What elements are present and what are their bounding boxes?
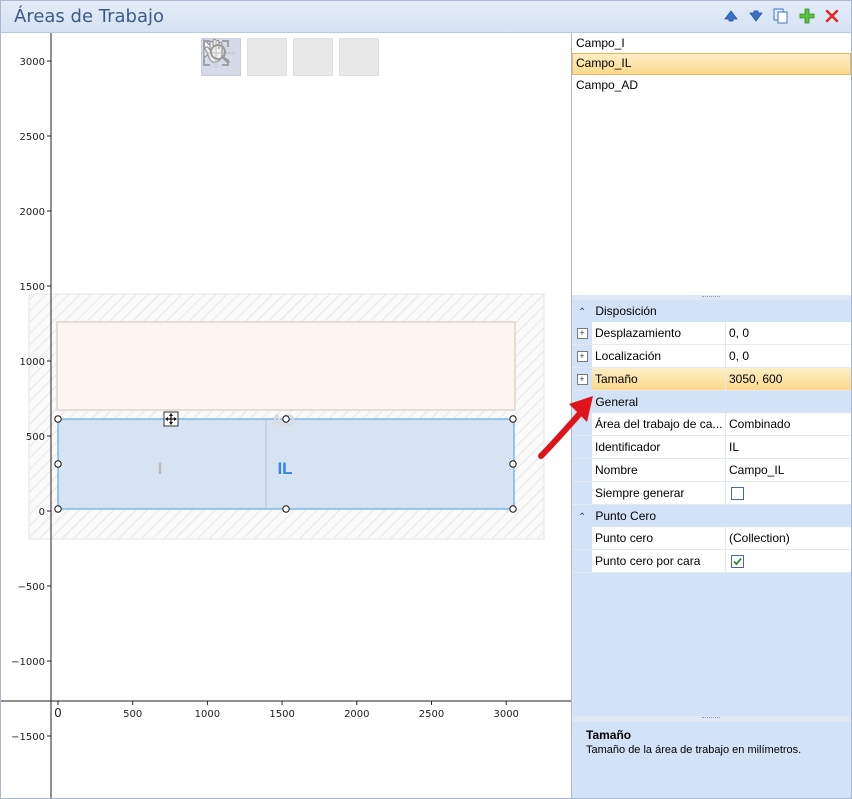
copy-button[interactable] (773, 8, 789, 24)
property-name: Área del trabajo de ca... (592, 413, 726, 435)
title-bar: Áreas de Trabajo (1, 1, 851, 33)
property-row-punto-cero-por-cara[interactable]: Punto cero por cara (572, 550, 851, 573)
property-value[interactable]: 0, 0 (726, 322, 851, 344)
window-title: Áreas de Trabajo (14, 6, 164, 27)
expand-plus-icon[interactable]: + (576, 350, 588, 362)
zoom-tool-button[interactable] (201, 38, 333, 76)
property-row-area[interactable]: Área del trabajo de ca... Combinado (572, 413, 851, 436)
expand-plus-icon[interactable]: + (576, 373, 588, 385)
category-label: Punto Cero (595, 509, 657, 523)
field-list[interactable]: Campo_I Campo_IL Campo_AD (572, 33, 851, 296)
resize-handle[interactable] (282, 415, 290, 423)
add-icon (799, 8, 815, 24)
property-name: Localización (592, 345, 726, 367)
zoom-fit-icon (203, 40, 229, 66)
property-name: Identificador (592, 436, 726, 458)
right-pane: Campo_I Campo_IL Campo_AD ⌃ Disposición … (572, 33, 851, 798)
y-tick-label: 0 (39, 507, 45, 518)
property-row-desplazamiento[interactable]: + Desplazamiento 0, 0 (572, 322, 851, 345)
property-value[interactable]: Campo_IL (726, 459, 851, 481)
areas-de-trabajo-window: Áreas de Trabajo 3000 2500 2000 1500 100… (0, 0, 852, 799)
area-i-label: I (158, 459, 163, 478)
expand-plus-icon[interactable]: + (576, 327, 588, 339)
field-list-item[interactable]: Campo_AD (572, 75, 851, 95)
help-pane: Tamaño Tamaño de la área de trabajo en m… (572, 722, 851, 798)
arrow-up-icon (724, 10, 738, 22)
property-row-localizacion[interactable]: + Localización 0, 0 (572, 345, 851, 368)
resize-handle[interactable] (54, 415, 62, 423)
category-label: Disposición (595, 304, 657, 318)
resize-handle[interactable] (509, 505, 517, 513)
resize-handle[interactable] (282, 505, 290, 513)
collapse-chevron-icon[interactable]: ⌃ (578, 507, 592, 529)
zoom-fit-tool-button[interactable] (203, 38, 379, 76)
x-tick-label: 2000 (344, 709, 369, 720)
property-value[interactable]: (Collection) (726, 527, 851, 549)
category-label: General (595, 395, 639, 409)
copy-icon (773, 8, 788, 24)
move-handle-icon[interactable] (163, 411, 179, 427)
property-name: Siempre generar (592, 482, 726, 504)
x-ticks: 0 500 1000 1500 2000 2500 3000 (54, 701, 519, 720)
x-tick-label: 500 (123, 709, 142, 720)
property-row-nombre[interactable]: Nombre Campo_IL (572, 459, 851, 482)
y-tick-label: −1500 (11, 732, 45, 743)
property-name: Punto cero (592, 527, 726, 549)
resize-handle[interactable] (509, 460, 517, 468)
collapse-chevron-icon[interactable]: ⌃ (578, 302, 592, 324)
property-value[interactable]: Combinado (726, 413, 851, 435)
canvas-drawing: 3000 2500 2000 1500 1000 500 0 −500 −1000 −1500 0… (1, 33, 571, 798)
y-tick-label: 1500 (20, 282, 45, 293)
property-name: Tamaño (592, 368, 726, 390)
x-tick-label: 3000 (493, 709, 518, 720)
move-down-button[interactable] (748, 8, 764, 24)
property-name: Nombre (592, 459, 726, 481)
property-row-siempre-generar[interactable]: Siempre generar (572, 482, 851, 505)
property-value[interactable]: 3050, 600 (726, 368, 851, 390)
field-list-item[interactable]: Campo_I (572, 33, 851, 53)
resize-handle[interactable] (509, 415, 517, 423)
add-button[interactable] (799, 8, 815, 24)
help-description: Tamaño de la área de trabajo en milímetr… (586, 744, 802, 756)
category-disposicion[interactable]: ⌃ Disposición (572, 300, 851, 322)
resize-handle[interactable] (54, 460, 62, 468)
move-up-button[interactable] (723, 8, 739, 24)
x-tick-label: 1000 (195, 709, 220, 720)
annotation-arrow-icon (538, 396, 593, 459)
help-title: Tamaño (586, 728, 632, 742)
property-row-tamano[interactable]: + Tamaño 3050, 600 (572, 368, 851, 391)
resize-handle[interactable] (54, 505, 62, 513)
delete-icon (825, 9, 839, 23)
canvas-toolbar (201, 38, 379, 76)
area-ad[interactable] (56, 321, 516, 411)
property-row-punto-cero[interactable]: Punto cero (Collection) (572, 527, 851, 550)
x-tick-label: 1500 (269, 709, 294, 720)
field-list-item-selected[interactable]: Campo_IL (572, 53, 851, 75)
property-name: Punto cero por cara (592, 550, 726, 572)
pan-tool-button[interactable] (204, 38, 287, 76)
y-tick-label: 1000 (20, 357, 45, 368)
design-canvas[interactable]: 3000 2500 2000 1500 1000 500 0 −500 −1000 −1500 0… (1, 33, 572, 798)
y-tick-label: 2500 (20, 132, 45, 143)
checkmark-icon (733, 557, 742, 566)
x-tick-label: 0 (54, 706, 62, 720)
property-name: Desplazamiento (592, 322, 726, 344)
y-tick-label: 500 (26, 432, 45, 443)
property-grid[interactable]: ⌃ Disposición + Desplazamiento 0, 0 + Lo… (572, 300, 851, 716)
category-punto-cero[interactable]: ⌃ Punto Cero (572, 505, 851, 527)
property-value[interactable]: 0, 0 (726, 345, 851, 367)
x-tick-label: 2500 (419, 709, 444, 720)
y-tick-label: −1000 (11, 657, 45, 668)
y-tick-label: −500 (18, 582, 45, 593)
arrow-down-icon (749, 10, 763, 22)
punto-cero-por-cara-checkbox[interactable] (731, 555, 744, 568)
y-tick-label: 3000 (20, 57, 45, 68)
delete-button[interactable] (824, 8, 840, 24)
siempre-generar-checkbox[interactable] (731, 487, 744, 500)
property-row-identificador[interactable]: Identificador IL (572, 436, 851, 459)
area-il-label: IL (277, 459, 292, 478)
y-tick-label: 2000 (20, 207, 45, 218)
property-value[interactable]: IL (726, 436, 851, 458)
category-general[interactable]: General (572, 391, 851, 413)
